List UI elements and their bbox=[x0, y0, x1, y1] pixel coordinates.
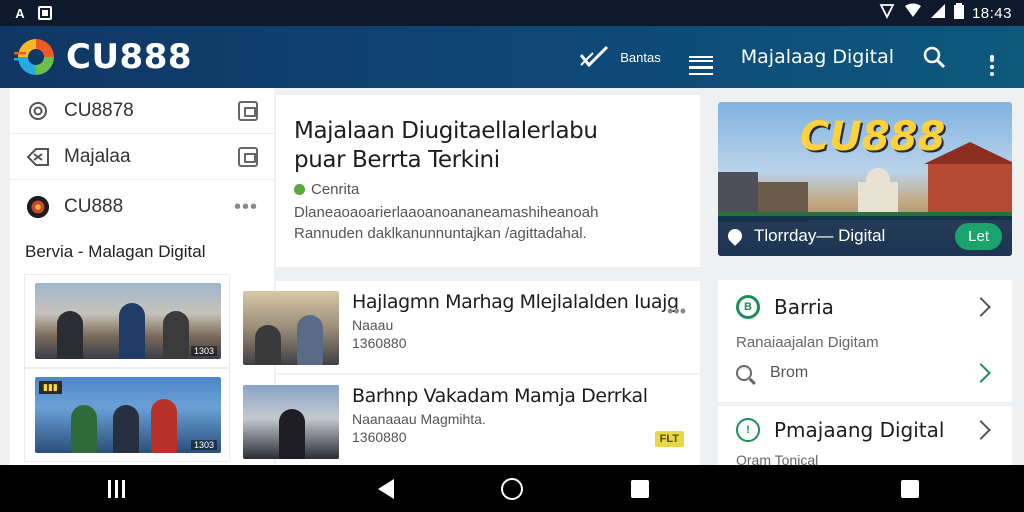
thumbnail-label: 1303 bbox=[190, 440, 217, 450]
menu-card-header[interactable]: ! Pmajaang Digital bbox=[718, 410, 1012, 450]
target-icon bbox=[26, 99, 50, 123]
hero-description: Dlaneaoaoarierlaaoanoananeamashiheanoah … bbox=[294, 202, 682, 244]
category-dot-icon bbox=[294, 184, 305, 195]
brand-logo[interactable]: CU888 bbox=[14, 35, 192, 79]
brand-mark-icon bbox=[14, 35, 58, 79]
menu-card-title: Pmajaang Digital bbox=[774, 418, 945, 442]
banner-logo: CU888 bbox=[800, 114, 946, 160]
article-text: Barhnp Vakadam Mamja Derrkal Naanaaau Ma… bbox=[352, 385, 688, 445]
app-bar-action-label[interactable]: Bantas bbox=[620, 50, 660, 65]
hero-title-line: puar Berrta Terkini bbox=[294, 147, 500, 173]
system-nav-bar bbox=[0, 465, 1024, 512]
article-item[interactable]: Barhnp Vakadam Mamja Derrkal Naanaaau Ma… bbox=[243, 375, 700, 465]
tag-icon bbox=[26, 145, 50, 169]
sidebar-item-majalaa[interactable]: Majalaa bbox=[10, 134, 274, 180]
thumbnail-label: 1303 bbox=[190, 346, 217, 356]
banner-caption-bar: Tlorrday— Digital Let bbox=[718, 216, 1012, 256]
recent-apps-icon[interactable] bbox=[104, 477, 128, 501]
thumbnail-list: 1303 ▮▮▮ 1303 bbox=[10, 274, 274, 462]
more-horiz-icon[interactable]: ••• bbox=[234, 196, 258, 219]
sidebar-item-cu8878[interactable]: CU8878 bbox=[10, 88, 274, 134]
brand-name: CU888 bbox=[66, 37, 193, 77]
article-badge: FLT bbox=[654, 431, 684, 447]
article-title: Barhnp Vakadam Mamja Derrkal bbox=[352, 385, 648, 407]
wifi-icon bbox=[904, 3, 922, 23]
thumbnail-card[interactable]: 1303 bbox=[24, 274, 230, 368]
banner-caption: Tlorrday— Digital bbox=[754, 226, 886, 245]
hero-title-line: Majalaan Diugitaellalerlabu bbox=[294, 118, 598, 144]
info-circle-icon: ! bbox=[736, 418, 760, 442]
chevron-right-icon[interactable] bbox=[971, 420, 991, 440]
sidebar: CU8878 Majalaa CU888 ••• Bervia - Malaga… bbox=[10, 88, 274, 465]
overview-square-icon[interactable] bbox=[898, 477, 922, 501]
menu-icon[interactable] bbox=[683, 39, 719, 76]
category-label: Cenrita bbox=[311, 181, 360, 198]
menu-card-title: Barria bbox=[774, 295, 834, 319]
article-thumbnail bbox=[243, 291, 339, 365]
hero-desc-line: Dlaneaoaoarierlaaoanoananeamashiheanoah bbox=[294, 204, 599, 221]
chevron-right-icon[interactable] bbox=[971, 363, 991, 383]
more-vert-icon[interactable] bbox=[974, 39, 1010, 76]
menu-card-header[interactable]: B Barria bbox=[718, 280, 1012, 334]
menu-card-digital[interactable]: ! Pmajaang Digital Oram Tonical bbox=[718, 406, 1012, 465]
article-meta: Naaau bbox=[352, 317, 394, 333]
hero-title: Majalaan Diugitaellalerlabu puar Berrta … bbox=[294, 117, 682, 175]
menu-search-text: Brom bbox=[770, 364, 809, 381]
back-icon[interactable] bbox=[374, 477, 398, 501]
news-circle-icon: B bbox=[736, 295, 760, 319]
sidebar-item-cu888[interactable]: CU888 ••• bbox=[10, 180, 274, 234]
status-time: 18:43 bbox=[971, 4, 1012, 22]
location-pin-icon bbox=[725, 226, 745, 246]
app-bar: CU888 Bantas Majalaag Digital bbox=[0, 26, 1024, 88]
article-date: 1360880 bbox=[352, 429, 407, 445]
hero-desc-line: Rannuden daklkanunnuntajkan /agittadahal… bbox=[294, 225, 587, 242]
status-bar: A 18:43 bbox=[0, 0, 1024, 26]
article-meta: Naanaaau Magmihta. bbox=[352, 411, 486, 427]
article-date: 1360880 bbox=[352, 335, 407, 351]
chevron-right-icon[interactable] bbox=[971, 297, 991, 317]
article-thumbnail bbox=[243, 385, 339, 459]
article-item[interactable]: Hajlagmn Marhag Mlejlalalden Iuajg Naaau… bbox=[243, 281, 700, 373]
menu-card-berita[interactable]: B Barria Ranaiaajalan Digitam Brom bbox=[718, 280, 1012, 402]
home-icon[interactable] bbox=[500, 477, 524, 501]
search-icon[interactable] bbox=[916, 39, 952, 75]
article-text: Hajlagmn Marhag Mlejlalalden Iuajg Naaau… bbox=[352, 291, 688, 351]
bookmark-icon[interactable] bbox=[238, 100, 258, 121]
news-thumbnail: 1303 bbox=[35, 283, 221, 359]
folder-icon[interactable] bbox=[238, 146, 258, 167]
notification-box-icon bbox=[38, 6, 52, 20]
app-bar-title: Majalaag Digital bbox=[740, 46, 894, 68]
sidebar-item-label: Majalaa bbox=[64, 145, 131, 167]
data-saver-icon bbox=[878, 3, 896, 23]
sidebar-item-label: CU888 bbox=[64, 196, 124, 217]
content-area: CU8878 Majalaa CU888 ••• Bervia - Malaga… bbox=[0, 88, 1024, 465]
promo-banner[interactable]: CU888 Tlorrday— Digital Let bbox=[718, 102, 1012, 256]
banner-cta-button[interactable]: Let bbox=[955, 222, 1002, 250]
channel-avatar-icon bbox=[26, 195, 50, 219]
thumbnail-card[interactable]: ▮▮▮ 1303 bbox=[24, 368, 230, 462]
search-icon bbox=[736, 365, 752, 381]
overview-square-icon[interactable] bbox=[628, 477, 652, 501]
sidebar-section-title: Bervia - Malagan Digital bbox=[25, 242, 206, 261]
notification-a-icon: A bbox=[15, 5, 25, 21]
menu-search-row[interactable]: Brom bbox=[718, 351, 1012, 395]
sidebar-item-label: CU8878 bbox=[64, 99, 134, 121]
hero-category: Cenrita bbox=[294, 181, 682, 198]
hero-article-card[interactable]: Majalaan Diugitaellalerlabu puar Berrta … bbox=[276, 95, 700, 267]
news-thumbnail: ▮▮▮ 1303 bbox=[35, 377, 221, 453]
signal-icon bbox=[930, 3, 946, 23]
menu-card-subtitle: Oram Tonical bbox=[736, 452, 819, 465]
menu-card-subtitle: Ranaiaajalan Digitam bbox=[736, 334, 879, 351]
bookmark-check-icon[interactable] bbox=[576, 39, 612, 75]
battery-icon bbox=[953, 3, 964, 23]
thumbnail-badge-icon: ▮▮▮ bbox=[39, 381, 62, 394]
more-horiz-icon[interactable]: ••• bbox=[667, 301, 686, 322]
article-title: Hajlagmn Marhag Mlejlalalden Iuajg bbox=[352, 291, 679, 313]
